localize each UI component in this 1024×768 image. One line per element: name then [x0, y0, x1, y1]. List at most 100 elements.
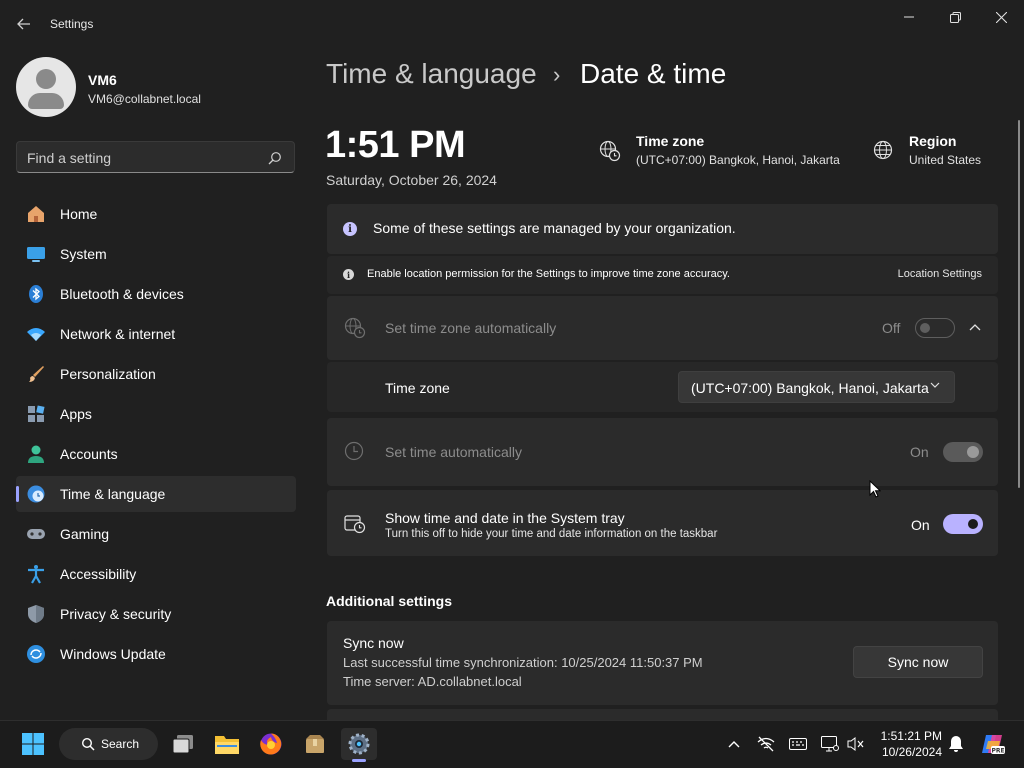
taskbar-search-label: Search — [101, 737, 140, 751]
sidebar-item-personalization[interactable]: Personalization — [16, 356, 296, 392]
back-button[interactable] — [8, 8, 40, 40]
calendar-clock-icon — [344, 515, 366, 534]
sidebar-item-system[interactable]: System — [16, 236, 296, 272]
store-button[interactable] — [297, 728, 333, 760]
timezone-row-label: Time zone — [385, 380, 450, 396]
timezone-dropdown[interactable]: (UTC+07:00) Bangkok, Hanoi, Jakarta — [678, 371, 955, 403]
region-label: Region — [909, 133, 957, 149]
sidebar-item-label: System — [60, 246, 107, 262]
firefox-button[interactable] — [253, 728, 289, 760]
tray-clock-toggle[interactable] — [943, 514, 983, 534]
sidebar-item-network[interactable]: Network & internet — [16, 316, 296, 352]
settings-taskbar-button[interactable] — [341, 728, 377, 760]
sidebar-item-accessibility[interactable]: Accessibility — [16, 556, 296, 592]
sidebar-item-label: Apps — [60, 406, 92, 422]
chevron-up-icon — [728, 741, 740, 748]
gaming-icon — [25, 523, 47, 545]
sidebar-item-bluetooth[interactable]: Bluetooth & devices — [16, 276, 296, 312]
maximize-button[interactable] — [932, 4, 978, 30]
active-app-indicator — [352, 759, 366, 762]
svg-text:PRE: PRE — [991, 748, 1004, 755]
file-explorer-button[interactable] — [209, 728, 245, 760]
sidebar-item-windows-update[interactable]: Windows Update — [16, 636, 296, 672]
notifications-button[interactable] — [946, 734, 966, 754]
sidebar-item-label: Bluetooth & devices — [60, 286, 184, 302]
region-globe-icon — [873, 140, 893, 160]
active-indicator — [16, 486, 19, 502]
system-icon — [25, 243, 47, 265]
folder-icon — [215, 736, 239, 754]
taskbar-search[interactable]: Search — [59, 728, 158, 760]
info-icon: i — [343, 222, 357, 236]
auto-timezone-toggle[interactable] — [915, 318, 955, 338]
timezone-dropdown-value: (UTC+07:00) Bangkok, Hanoi, Jakarta — [691, 380, 929, 396]
volume-tray[interactable] — [846, 734, 866, 754]
bell-icon — [949, 736, 963, 752]
search-icon[interactable] — [268, 151, 282, 165]
breadcrumb-separator: › — [553, 62, 561, 87]
keyboard-tray[interactable] — [788, 734, 808, 754]
task-view-icon — [172, 735, 193, 754]
sidebar-item-label: Gaming — [60, 526, 110, 542]
sidebar-item-label: Time & language — [60, 486, 166, 502]
clock-icon — [344, 441, 364, 461]
monitor-icon — [821, 736, 839, 752]
taskbar-clock-time[interactable]: 1:51:21 PM — [876, 729, 942, 743]
auto-timezone-state: Off — [882, 320, 901, 336]
restore-icon — [949, 11, 961, 23]
sidebar-item-apps[interactable]: Apps — [16, 396, 296, 432]
auto-time-state: On — [910, 444, 929, 460]
privacy-icon — [25, 603, 47, 625]
auto-time-card: Set time automatically On — [327, 418, 998, 486]
tray-overflow-chevron[interactable] — [724, 734, 744, 754]
sidebar-item-gaming[interactable]: Gaming — [16, 516, 296, 552]
timezone-label: Time zone — [636, 133, 705, 149]
bluetooth-icon — [25, 283, 47, 305]
search-input[interactable] — [27, 148, 267, 168]
user-email: VM6@collabnet.local — [88, 92, 201, 106]
search-box[interactable] — [16, 141, 295, 173]
home-icon — [25, 203, 47, 225]
auto-timezone-label: Set time zone automatically — [385, 320, 557, 336]
additional-settings-heading: Additional settings — [326, 593, 452, 609]
scrollbar[interactable] — [1018, 120, 1020, 488]
chevron-down-icon — [930, 382, 940, 388]
location-notice-text: Enable location permission for the Setti… — [367, 268, 730, 280]
firefox-icon — [260, 733, 282, 755]
user-name: VM6 — [88, 72, 117, 88]
sidebar-item-label: Accessibility — [60, 566, 137, 582]
title-bar — [0, 0, 1024, 48]
last-sync-text: Last successful time synchronization: 10… — [343, 655, 703, 670]
timezone-value: (UTC+07:00) Bangkok, Hanoi, Jakarta — [636, 153, 840, 167]
current-time: 1:51 PM — [325, 124, 466, 166]
package-icon — [306, 735, 324, 753]
sidebar-item-time-language[interactable]: Time & language — [16, 476, 296, 512]
auto-time-toggle[interactable] — [943, 442, 983, 462]
network-status-tray[interactable] — [756, 734, 776, 754]
network-icon — [25, 323, 47, 345]
managed-notice-text: Some of these settings are managed by yo… — [373, 220, 736, 236]
copilot-button[interactable]: PRE — [980, 731, 1006, 757]
location-settings-link[interactable]: Location Settings — [898, 268, 982, 280]
task-view-button[interactable] — [165, 728, 201, 760]
minimize-button[interactable] — [886, 4, 932, 30]
breadcrumb-parent[interactable]: Time & language — [326, 58, 537, 90]
start-button[interactable] — [15, 728, 51, 760]
chevron-up-icon[interactable] — [969, 323, 981, 331]
tray-clock-card: Show time and date in the System tray Tu… — [327, 490, 998, 556]
display-tray[interactable] — [820, 734, 840, 754]
taskbar-clock-date[interactable]: 10/26/2024 — [876, 745, 942, 759]
avatar[interactable] — [16, 57, 76, 117]
sync-now-button[interactable]: Sync now — [853, 646, 983, 678]
sidebar-item-privacy[interactable]: Privacy & security — [16, 596, 296, 632]
close-button[interactable] — [978, 4, 1024, 30]
speaker-muted-icon — [847, 737, 864, 751]
sidebar-item-home[interactable]: Home — [16, 196, 296, 232]
back-arrow-icon — [17, 18, 30, 30]
info-icon: i — [343, 269, 354, 280]
globe-clock-icon — [344, 317, 366, 339]
sidebar-item-label: Accounts — [60, 446, 118, 462]
tray-clock-label: Show time and date in the System tray — [385, 510, 625, 526]
sidebar-item-accounts[interactable]: Accounts — [16, 436, 296, 472]
accessibility-icon — [25, 563, 47, 585]
